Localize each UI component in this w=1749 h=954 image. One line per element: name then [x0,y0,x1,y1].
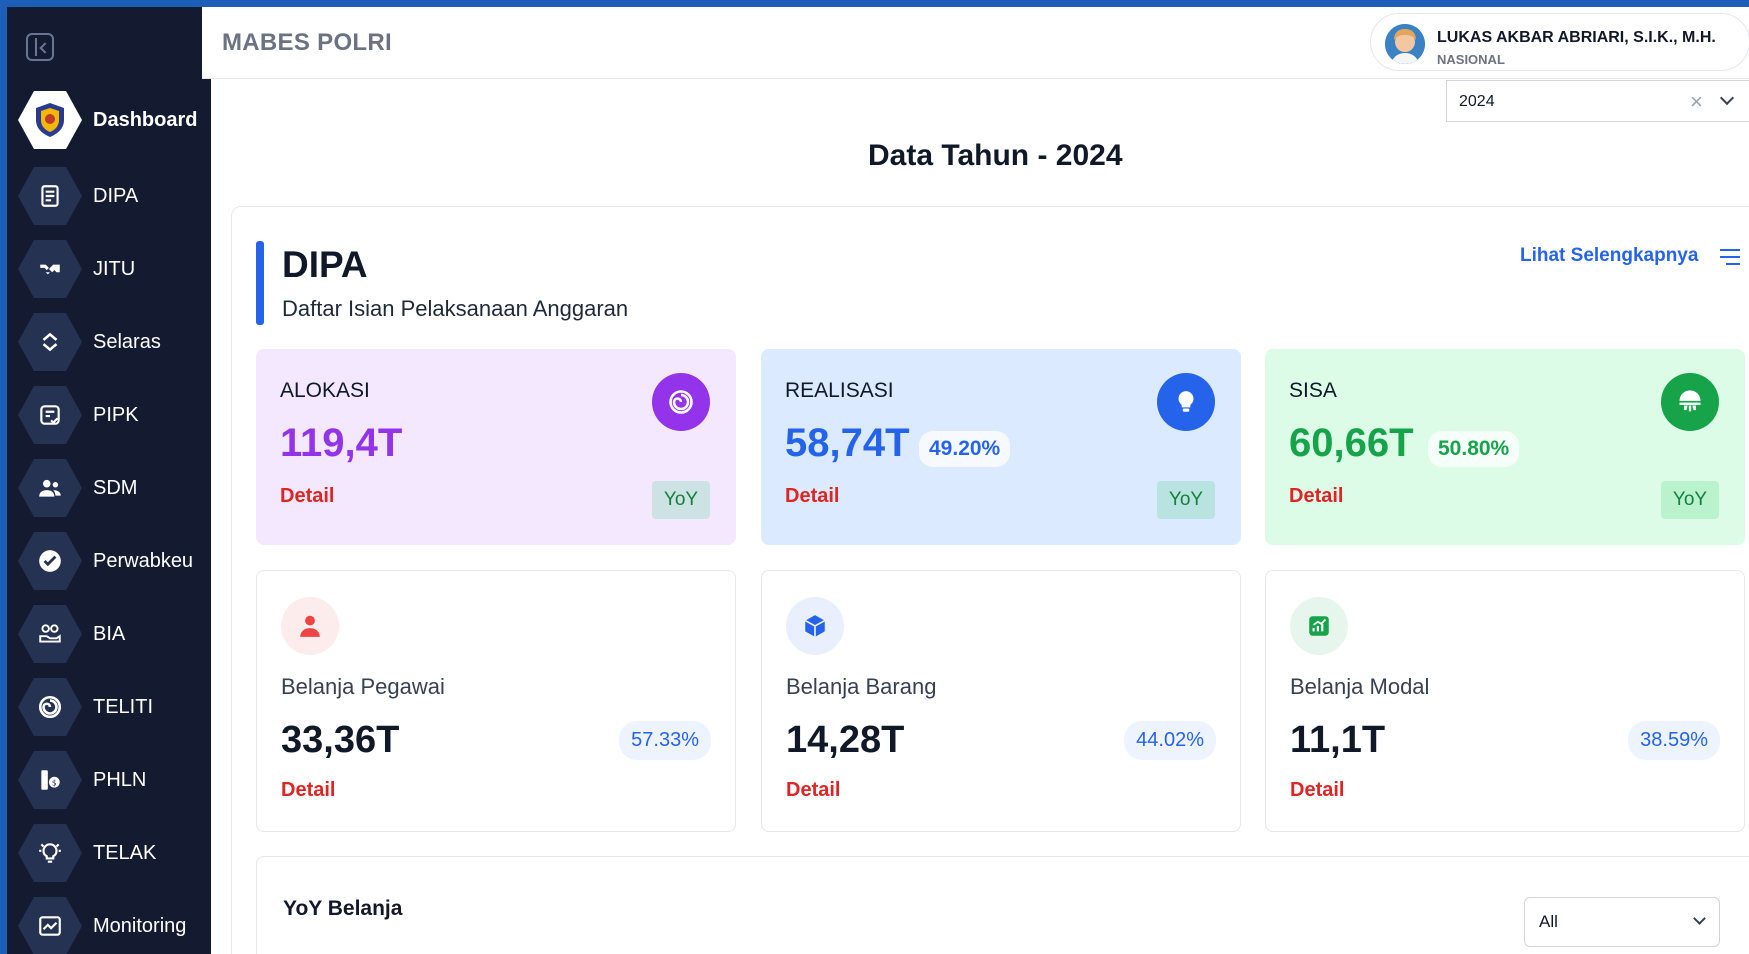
clear-icon[interactable]: × [1690,89,1703,115]
sidebar: Dashboard DIPA JITU Selaras PIPK SDM Per… [7,7,211,954]
detail-link[interactable]: Detail [1290,779,1344,802]
detail-link[interactable]: Detail [280,485,334,508]
swirl-icon [18,678,82,736]
money-hand-icon: $ [18,751,82,809]
sidebar-item-pipk[interactable]: PIPK [7,384,211,446]
detail-link[interactable]: Detail [785,485,839,508]
sidebar-item-selaras[interactable]: Selaras [7,311,211,373]
see-more-link[interactable]: Lihat Selengkapnya [1520,245,1698,267]
lightbulb-icon [18,824,82,882]
yoy-button[interactable]: YoY [1661,481,1719,519]
sidebar-item-perwabkeu[interactable]: Perwabkeu [7,530,211,592]
document-icon [18,167,82,225]
user-name: LUKAS AKBAR ABRIARI, S.I.K., M.H. [1437,29,1716,46]
section-subtitle: Daftar Isian Pelaksanaan Anggaran [282,296,629,321]
detail-link[interactable]: Detail [1289,485,1343,508]
spend-percent-badge: 38.59% [1628,721,1720,760]
stat-card-sisa: SISA 60,66T 50.80% Detail YoY [1265,349,1745,545]
spend-value: 33,36T [281,719,400,761]
stat-percent-badge: 49.20% [919,431,1011,467]
spend-value: 11,1T [1290,719,1386,761]
header-title: MABES POLRI [222,29,392,56]
person-icon [281,597,339,655]
sidebar-item-teliti[interactable]: TELITI [7,676,211,738]
spend-percent-badge: 57.33% [619,721,711,760]
growth-chart-icon [1290,597,1348,655]
chevron-down-icon[interactable] [1719,90,1735,106]
spend-label: Belanja Modal [1290,674,1430,699]
chart-icon [18,897,82,954]
sidebar-item-label: BIA [93,622,126,645]
sidebar-item-label: JITU [93,257,136,280]
stat-value: 58,74T [785,421,910,465]
sidebar-item-telak[interactable]: TELAK [7,822,211,884]
sidebar-item-label: SDM [93,476,138,499]
spend-card-pegawai: Belanja Pegawai 33,36T 57.33% Detail [256,570,736,832]
stat-label: SISA [1289,379,1337,402]
swirl-icon [652,373,710,431]
spend-card-modal: Belanja Modal 11,1T 38.59% Detail [1265,570,1745,832]
sidebar-item-dipa[interactable]: DIPA [7,165,211,227]
detail-link[interactable]: Detail [786,779,840,802]
spend-card-barang: Belanja Barang 14,28T 44.02% Detail [761,570,1241,832]
stat-value: 119,4T [280,421,403,465]
user-role: NASIONAL [1437,52,1505,67]
stat-label: REALISASI [785,379,894,402]
sidebar-item-label: Monitoring [93,914,187,937]
sidebar-item-dashboard[interactable]: Dashboard [7,89,211,151]
sidebar-item-label: TELAK [93,841,157,864]
yoy-button[interactable]: YoY [1157,481,1215,519]
check-circle-icon [18,532,82,590]
menu-lines-icon[interactable] [1720,249,1740,265]
yoy-belanja-title: YoY Belanja [283,897,403,920]
pie-icon [1661,373,1719,431]
sidebar-item-label: TELITI [93,695,154,718]
user-menu[interactable]: LUKAS AKBAR ABRIARI, S.I.K., M.H. NASION… [1370,13,1749,71]
sidebar-item-label: PIPK [93,403,139,426]
police-logo-icon [18,91,82,149]
spend-label: Belanja Barang [786,674,937,699]
spend-label: Belanja Pegawai [281,674,445,699]
svg-text:$: $ [52,778,57,787]
year-select[interactable]: 2024 × [1446,80,1749,122]
people-icon [18,459,82,517]
yoy-filter-select[interactable]: All [1524,897,1720,947]
sync-icon [18,313,82,371]
sidebar-item-label: Perwabkeu [93,549,194,572]
avatar [1385,24,1425,64]
sidebar-item-bia[interactable]: BIA [7,603,211,665]
sidebar-item-jitu[interactable]: JITU [7,238,211,300]
spend-value: 14,28T [786,719,905,761]
year-select-value: 2024 [1459,93,1495,110]
stat-label: ALOKASI [280,379,370,402]
sidebar-item-label: Dashboard [93,108,198,131]
yoy-button[interactable]: YoY [652,481,710,519]
sidebar-item-monitoring[interactable]: Monitoring [7,895,211,954]
sidebar-item-label: Selaras [93,330,161,353]
handshake-icon [18,240,82,298]
detail-link[interactable]: Detail [281,779,335,802]
section-accent-bar [256,241,264,325]
page-title: Data Tahun - 2024 [868,139,1123,172]
chevron-down-icon [1693,912,1706,925]
sidebar-item-label: DIPA [93,184,139,207]
yoy-filter-value: All [1539,912,1558,931]
sidebar-item-label: PHLN [93,768,147,791]
spend-percent-badge: 44.02% [1124,721,1216,760]
section-title: DIPA [282,244,368,285]
stat-card-realisasi: REALISASI 58,74T 49.20% Detail YoY [761,349,1241,545]
stat-value: 60,66T [1289,421,1414,465]
lightbulb-icon [1157,373,1215,431]
sidebar-collapse-icon[interactable] [26,33,54,61]
box-icon [786,597,844,655]
sidebar-item-phln[interactable]: $ PHLN [7,749,211,811]
top-header: MABES POLRI LUKAS AKBAR ABRIARI, S.I.K.,… [202,7,1749,79]
sidebar-item-sdm[interactable]: SDM [7,457,211,519]
stat-card-alokasi: ALOKASI 119,4T Detail YoY [256,349,736,545]
budget-hand-icon [18,605,82,663]
checklist-icon [18,386,82,444]
yoy-belanja-card: YoY Belanja All [256,856,1749,954]
stat-percent-badge: 50.80% [1428,431,1520,467]
